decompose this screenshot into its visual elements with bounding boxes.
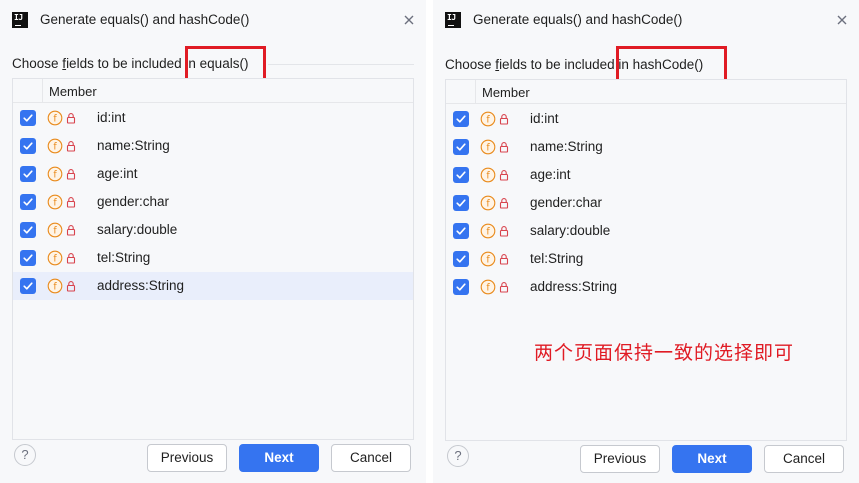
previous-button[interactable]: Previous	[147, 444, 227, 472]
checkbox-checked-icon[interactable]	[453, 223, 469, 239]
member-row[interactable]: f tel:String	[13, 244, 413, 272]
table-header: Member	[13, 79, 413, 103]
close-icon[interactable]	[402, 13, 416, 27]
table-header: Member	[446, 80, 846, 104]
field-icon: f	[47, 194, 63, 210]
checkbox-checked-icon[interactable]	[20, 194, 36, 210]
member-row[interactable]: f name:String	[446, 133, 846, 161]
dialog-title: Generate equals() and hashCode()	[473, 12, 683, 27]
checkbox-checked-icon[interactable]	[453, 195, 469, 211]
private-lock-icon	[499, 254, 509, 265]
members-table[interactable]: Member f id:int f name:String f age:int f gende…	[445, 79, 847, 441]
private-lock-icon	[499, 226, 509, 237]
member-row[interactable]: f gender:char	[13, 188, 413, 216]
next-button[interactable]: Next	[239, 444, 319, 472]
member-name: tel:String	[97, 250, 151, 265]
checkbox-checked-icon[interactable]	[20, 110, 36, 126]
checkbox-checked-icon[interactable]	[453, 251, 469, 267]
checkbox-checked-icon[interactable]	[453, 111, 469, 127]
member-column-header[interactable]: Member	[482, 85, 530, 100]
field-icon: f	[480, 251, 496, 267]
field-icon: f	[480, 167, 496, 183]
field-icon: f	[480, 111, 496, 127]
member-row[interactable]: f name:String	[13, 132, 413, 160]
cancel-button[interactable]: Cancel	[764, 445, 844, 473]
member-name: salary:double	[530, 223, 611, 238]
member-row[interactable]: f address:String	[13, 272, 413, 300]
private-lock-icon	[499, 142, 509, 153]
private-lock-icon	[499, 114, 509, 125]
help-icon[interactable]: ?	[447, 445, 469, 467]
private-lock-icon	[66, 281, 76, 292]
member-name: tel:String	[530, 251, 584, 266]
hashcode-dialog: IJ Generate equals() and hashCode() Choo…	[433, 0, 859, 483]
field-icon: f	[47, 278, 63, 294]
members-table[interactable]: Member f id:int f name:String f age:int f gende…	[12, 78, 414, 440]
member-name: name:String	[530, 139, 603, 154]
field-icon: f	[47, 166, 63, 182]
private-lock-icon	[66, 197, 76, 208]
member-column-header[interactable]: Member	[49, 84, 97, 99]
member-row[interactable]: f address:String	[446, 273, 846, 301]
dialog-title: Generate equals() and hashCode()	[40, 12, 250, 27]
previous-button[interactable]: Previous	[580, 445, 660, 473]
checkbox-checked-icon[interactable]	[20, 166, 36, 182]
checkbox-checked-icon[interactable]	[453, 167, 469, 183]
private-lock-icon	[66, 225, 76, 236]
private-lock-icon	[66, 113, 76, 124]
member-row[interactable]: f id:int	[13, 104, 413, 132]
title-bar: IJ Generate equals() and hashCode()	[433, 0, 859, 40]
cancel-button[interactable]: Cancel	[331, 444, 411, 472]
private-lock-icon	[499, 198, 509, 209]
equals-dialog: IJ Generate equals() and hashCode() Choo…	[0, 0, 426, 483]
member-name: id:int	[97, 110, 126, 125]
member-name: age:int	[97, 166, 138, 181]
field-icon: f	[47, 222, 63, 238]
member-name: address:String	[97, 278, 185, 293]
field-icon: f	[480, 223, 496, 239]
checkbox-checked-icon[interactable]	[20, 222, 36, 238]
member-row[interactable]: f age:int	[446, 161, 846, 189]
member-name: gender:char	[97, 194, 170, 209]
checkbox-checked-icon[interactable]	[20, 278, 36, 294]
field-icon: f	[480, 195, 496, 211]
title-bar: IJ Generate equals() and hashCode()	[0, 0, 426, 40]
member-name: name:String	[97, 138, 170, 153]
member-name: salary:double	[97, 222, 178, 237]
intellij-icon: IJ	[12, 12, 28, 28]
member-row[interactable]: f gender:char	[446, 189, 846, 217]
intellij-icon: IJ	[445, 12, 461, 28]
field-icon: f	[47, 138, 63, 154]
checkbox-checked-icon[interactable]	[453, 139, 469, 155]
field-icon: f	[480, 139, 496, 155]
annotation-note: 两个页面保持一致的选择即可	[534, 342, 795, 364]
member-name: id:int	[530, 111, 559, 126]
private-lock-icon	[499, 170, 509, 181]
member-name: gender:char	[530, 195, 603, 210]
next-button[interactable]: Next	[672, 445, 752, 473]
member-name: address:String	[530, 279, 618, 294]
private-lock-icon	[66, 169, 76, 180]
help-icon[interactable]: ?	[14, 444, 36, 466]
member-row[interactable]: f id:int	[446, 105, 846, 133]
private-lock-icon	[66, 253, 76, 264]
checkbox-checked-icon[interactable]	[453, 279, 469, 295]
private-lock-icon	[499, 282, 509, 293]
member-row[interactable]: f salary:double	[446, 217, 846, 245]
field-icon: f	[47, 110, 63, 126]
field-icon: f	[47, 250, 63, 266]
member-row[interactable]: f tel:String	[446, 245, 846, 273]
divider	[426, 0, 433, 483]
private-lock-icon	[66, 141, 76, 152]
separator	[268, 64, 414, 65]
checkbox-checked-icon[interactable]	[20, 138, 36, 154]
checkbox-checked-icon[interactable]	[20, 250, 36, 266]
field-icon: f	[480, 279, 496, 295]
member-row[interactable]: f salary:double	[13, 216, 413, 244]
close-icon[interactable]	[835, 13, 849, 27]
member-name: age:int	[530, 167, 571, 182]
member-row[interactable]: f age:int	[13, 160, 413, 188]
